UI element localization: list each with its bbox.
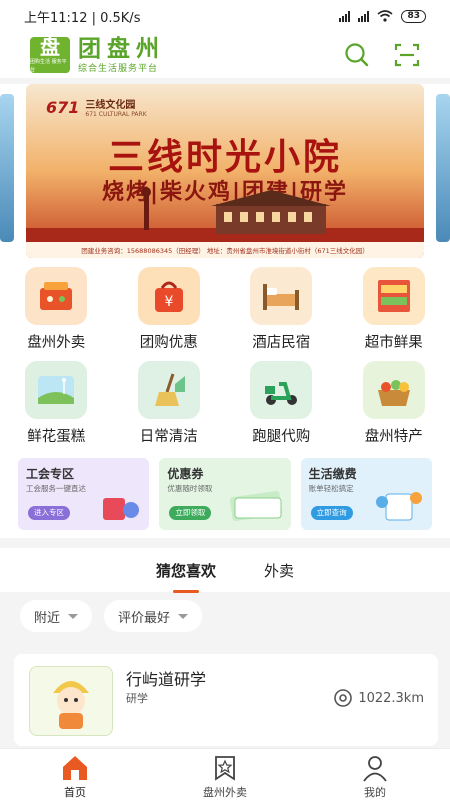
status-time: 上午11:12 | 0.5K/s <box>24 10 141 26</box>
listing-card[interactable]: 行屿道研学 研学 1022.3km <box>14 654 438 746</box>
category-takeout[interactable]: 盘州外卖 <box>0 260 113 354</box>
category-hotel[interactable]: 酒店民宿 <box>225 260 338 354</box>
filter-label: 评价最好 <box>118 610 171 626</box>
caret-down-icon <box>178 613 189 619</box>
category-cleaning[interactable]: 日常清洁 <box>113 354 226 448</box>
category-label: 日常清洁 <box>139 429 198 445</box>
coupon-icon <box>229 491 282 521</box>
category-label: 鲜花蛋糕 <box>27 429 86 445</box>
category-label: 盘州特产 <box>364 429 423 445</box>
scooter-icon <box>250 361 313 419</box>
app-subtitle: 综合生活服务平台 <box>78 63 159 74</box>
category-supermarket[interactable]: 超市鲜果 <box>338 260 450 354</box>
gift-icon <box>103 498 140 520</box>
category-groupbuy[interactable]: ¥ 团购优惠 <box>113 260 226 354</box>
shopping-bag-icon: ¥ <box>137 267 200 325</box>
category-specialty[interactable]: 盘州特产 <box>338 354 450 448</box>
battery-icon: 83 <box>401 9 426 23</box>
category-label: 超市鲜果 <box>364 335 423 351</box>
banner-title: 三线时光小院 <box>107 137 342 178</box>
nav-label: 首页 <box>64 786 86 799</box>
tab-takeout[interactable]: 外卖 <box>260 554 298 587</box>
category-errand[interactable]: 跑腿代购 <box>225 354 338 448</box>
banner-carousel[interactable]: 671 三线文化园 671 CULTURAL PARK 三线时光小院 烧烤|柴火… <box>0 84 450 260</box>
card-coupon[interactable]: 优惠券 优惠随时领取 立即领取 <box>159 458 291 530</box>
logo-small-text: 团购生活 服务平台 <box>30 59 67 73</box>
tab-recommend[interactable]: 猜您喜欢 <box>152 554 220 593</box>
building-illustration <box>26 187 424 244</box>
bookmark-star-icon <box>215 756 235 781</box>
category-label: 跑腿代购 <box>252 429 311 445</box>
caret-down-icon <box>68 613 79 619</box>
bill-icon <box>375 492 422 521</box>
filter-nearby[interactable]: 附近 <box>20 600 93 632</box>
category-label: 盘州外卖 <box>27 335 86 351</box>
filter-label: 附近 <box>34 610 61 626</box>
category-label: 团购优惠 <box>139 335 198 351</box>
svg-text:¥: ¥ <box>164 294 173 310</box>
takeout-icon <box>25 267 88 325</box>
promo-cards: 工会专区 工会服务一键直达 进入专区 优惠券 优惠随时领取 立即领取 生活缴费 … <box>0 448 450 538</box>
user-icon <box>363 756 387 782</box>
logo-char: 盘 <box>40 35 60 59</box>
category-grid: 盘州外卖 ¥ 团购优惠 酒店民宿 超市鲜果 鲜花蛋糕 日常清洁 跑腿代购 盘州特… <box>0 260 450 448</box>
home-icon <box>63 756 87 780</box>
distance-value: 1022.3km <box>358 690 424 706</box>
app-header: 盘 团购生活 服务平台 团盘州 综合生活服务平台 <box>0 32 450 78</box>
nav-label: 我的 <box>364 786 386 799</box>
card-title: 生活缴费 <box>308 467 357 481</box>
card-union[interactable]: 工会专区 工会服务一键直达 进入专区 <box>18 458 150 530</box>
banner-brand-number: 671 <box>46 97 80 117</box>
category-label: 酒店民宿 <box>252 335 311 351</box>
bed-icon <box>250 267 313 325</box>
shelf-icon <box>362 267 425 325</box>
claim-coupon-button[interactable]: 立即领取 <box>169 506 212 520</box>
broom-icon <box>137 361 200 419</box>
mascot-icon <box>53 681 89 729</box>
query-bills-button[interactable]: 立即查询 <box>310 506 353 520</box>
banner-prev-preview <box>0 94 14 242</box>
banner-brand-sub: 671 CULTURAL PARK <box>85 111 147 118</box>
enter-union-button[interactable]: 进入专区 <box>28 506 70 520</box>
basket-icon <box>362 361 425 419</box>
filter-bar: 附近 评价最好 <box>0 600 450 632</box>
banner-footer-text: 团建业务咨询：15688086345（田经理） 地址：贵州省盘州市淮境街道小街村… <box>26 242 424 258</box>
feed-tabs: 猜您喜欢 外卖 <box>0 548 450 593</box>
banner-slide[interactable]: 671 三线文化园 671 CULTURAL PARK 三线时光小院 烧烤|柴火… <box>26 84 424 258</box>
wifi-icon <box>377 10 393 22</box>
filter-best-rated[interactable]: 评价最好 <box>104 600 203 632</box>
listing-tag: 研学 <box>126 692 148 705</box>
bottom-nav: 首页 盘州外卖 我的 <box>0 748 450 800</box>
nav-profile[interactable]: 我的 <box>300 749 450 800</box>
listing-title: 行屿道研学 <box>126 670 207 689</box>
landscape-icon <box>25 361 88 419</box>
status-icons: 83 <box>339 9 426 23</box>
nav-label: 盘州外卖 <box>203 786 247 799</box>
banner-next-preview <box>436 94 450 242</box>
app-logo: 盘 团购生活 服务平台 <box>30 35 70 73</box>
category-flowers-cake[interactable]: 鲜花蛋糕 <box>0 354 113 448</box>
card-title: 工会专区 <box>26 467 75 481</box>
status-bar: 上午11:12 | 0.5K/s 83 <box>0 0 450 32</box>
card-bills[interactable]: 生活缴费 账单轻松搞定 立即查询 <box>300 458 432 530</box>
nav-takeout[interactable]: 盘州外卖 <box>150 749 300 800</box>
search-icon[interactable] <box>344 42 370 68</box>
location-pin-icon <box>334 689 353 707</box>
signal-icon-2 <box>358 10 370 22</box>
listing-thumbnail <box>29 666 113 736</box>
card-title: 优惠券 <box>167 467 204 481</box>
listing-distance: 1022.3km <box>333 688 424 708</box>
app-name: 团盘州 <box>78 35 165 62</box>
banner-brand-name: 三线文化园 <box>85 100 136 111</box>
signal-icon <box>339 10 351 22</box>
scan-icon[interactable] <box>394 42 420 68</box>
nav-home[interactable]: 首页 <box>0 749 150 800</box>
